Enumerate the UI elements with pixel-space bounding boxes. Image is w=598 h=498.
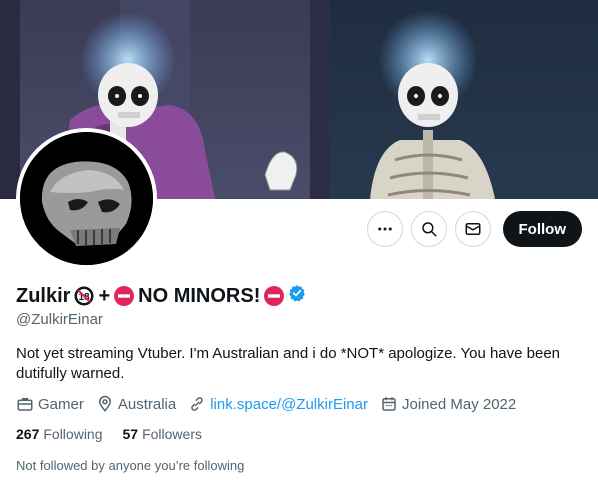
display-name-text: Zulkir <box>16 284 71 307</box>
followers-count: 57 <box>122 426 139 442</box>
adults-only-icon: 18 <box>74 286 94 306</box>
joined-item: Joined May 2022 <box>380 395 516 413</box>
following-link[interactable]: 267 Following <box>16 426 103 442</box>
profile-bio: Not yet streaming Vtuber. I'm Australian… <box>16 345 561 382</box>
more-button[interactable] <box>366 211 403 247</box>
briefcase-icon <box>17 398 33 411</box>
following-label: Following <box>43 426 103 442</box>
name-tag: NO MINORS! <box>138 284 261 307</box>
search-profile-button[interactable] <box>410 211 447 247</box>
location-pin-icon <box>98 395 111 412</box>
calendar-icon <box>382 397 396 411</box>
profile-meta: Gamer Australia link.space/@ZulkirEinar … <box>16 395 516 413</box>
no-entry-icon <box>264 286 285 306</box>
user-handle: @ZulkirEinar <box>16 311 103 328</box>
following-count: 267 <box>16 426 40 442</box>
plus-sign: + <box>98 284 111 307</box>
followers-label: Followers <box>142 426 202 442</box>
search-icon <box>421 222 436 237</box>
more-icon <box>377 227 392 231</box>
category-item: Gamer <box>16 395 84 413</box>
category-label: Gamer <box>38 395 84 413</box>
link-icon <box>191 397 203 411</box>
no-entry-icon <box>114 286 135 306</box>
mutual-followers-note: Not followed by anyone you’re following <box>16 458 245 473</box>
display-name: Zulkir 18 + NO MINORS! <box>16 284 306 308</box>
follow-button[interactable]: Follow <box>502 211 582 247</box>
website-link[interactable]: link.space/@ZulkirEinar <box>210 396 368 413</box>
website-item: link.space/@ZulkirEinar <box>188 395 368 413</box>
profile-actions: Follow <box>366 211 582 247</box>
followers-link[interactable]: 57 Followers <box>123 426 202 442</box>
mail-icon <box>465 223 480 235</box>
verified-badge-icon[interactable] <box>288 284 306 308</box>
location-item: Australia <box>96 395 176 413</box>
avatar-image <box>20 132 153 265</box>
joined-label: Joined May 2022 <box>401 395 517 413</box>
message-button[interactable] <box>454 211 491 247</box>
profile-avatar[interactable] <box>16 128 157 269</box>
follow-stats: 267 Following 57 Followers <box>16 426 202 442</box>
location-label: Australia <box>117 395 177 413</box>
